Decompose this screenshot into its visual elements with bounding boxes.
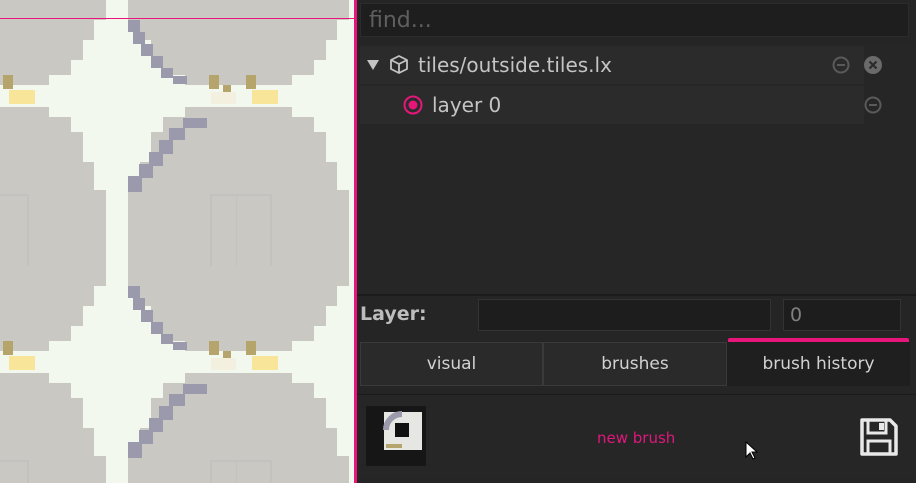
- tab-bar: visual brushes brush history: [357, 338, 916, 388]
- tab-brush-history[interactable]: brush history: [727, 342, 910, 386]
- layer-row[interactable]: layer 0: [360, 86, 882, 124]
- new-brush-label[interactable]: new brush: [597, 429, 675, 447]
- tilemap-view[interactable]: [0, 0, 356, 483]
- separator: [357, 294, 916, 296]
- layer-index-field[interactable]: 0: [783, 299, 901, 331]
- brush-history-list: new brush: [357, 394, 916, 478]
- file-name: tiles/outside.tiles.lx: [418, 53, 612, 77]
- mouse-cursor-icon: [745, 441, 759, 460]
- minus-circle-icon[interactable]: [832, 56, 850, 74]
- floppy-disk-icon[interactable]: [859, 417, 899, 457]
- file-row[interactable]: tiles/outside.tiles.lx: [360, 46, 882, 84]
- search-input[interactable]: find...: [360, 3, 909, 37]
- package-icon: [390, 55, 408, 74]
- tab-visual[interactable]: visual: [360, 342, 543, 386]
- tile-canvas[interactable]: [0, 0, 356, 483]
- layer-name-field[interactable]: [478, 299, 771, 331]
- triangle-down-icon[interactable]: [367, 59, 379, 71]
- brush-preview: [383, 411, 422, 450]
- close-circle-icon[interactable]: [863, 55, 883, 75]
- layer-label: Layer:: [360, 303, 427, 325]
- file-tree: tiles/outside.tiles.lx layer 0: [357, 44, 916, 294]
- sidebar-panel: find... tiles/outside.tiles.lx layer 0 L…: [357, 0, 916, 483]
- brush-thumbnail[interactable]: [366, 406, 426, 466]
- radio-selected-icon[interactable]: [403, 95, 423, 115]
- layer-name: layer 0: [432, 93, 502, 117]
- minus-circle-icon[interactable]: [864, 96, 882, 114]
- tab-brushes[interactable]: brushes: [543, 342, 727, 386]
